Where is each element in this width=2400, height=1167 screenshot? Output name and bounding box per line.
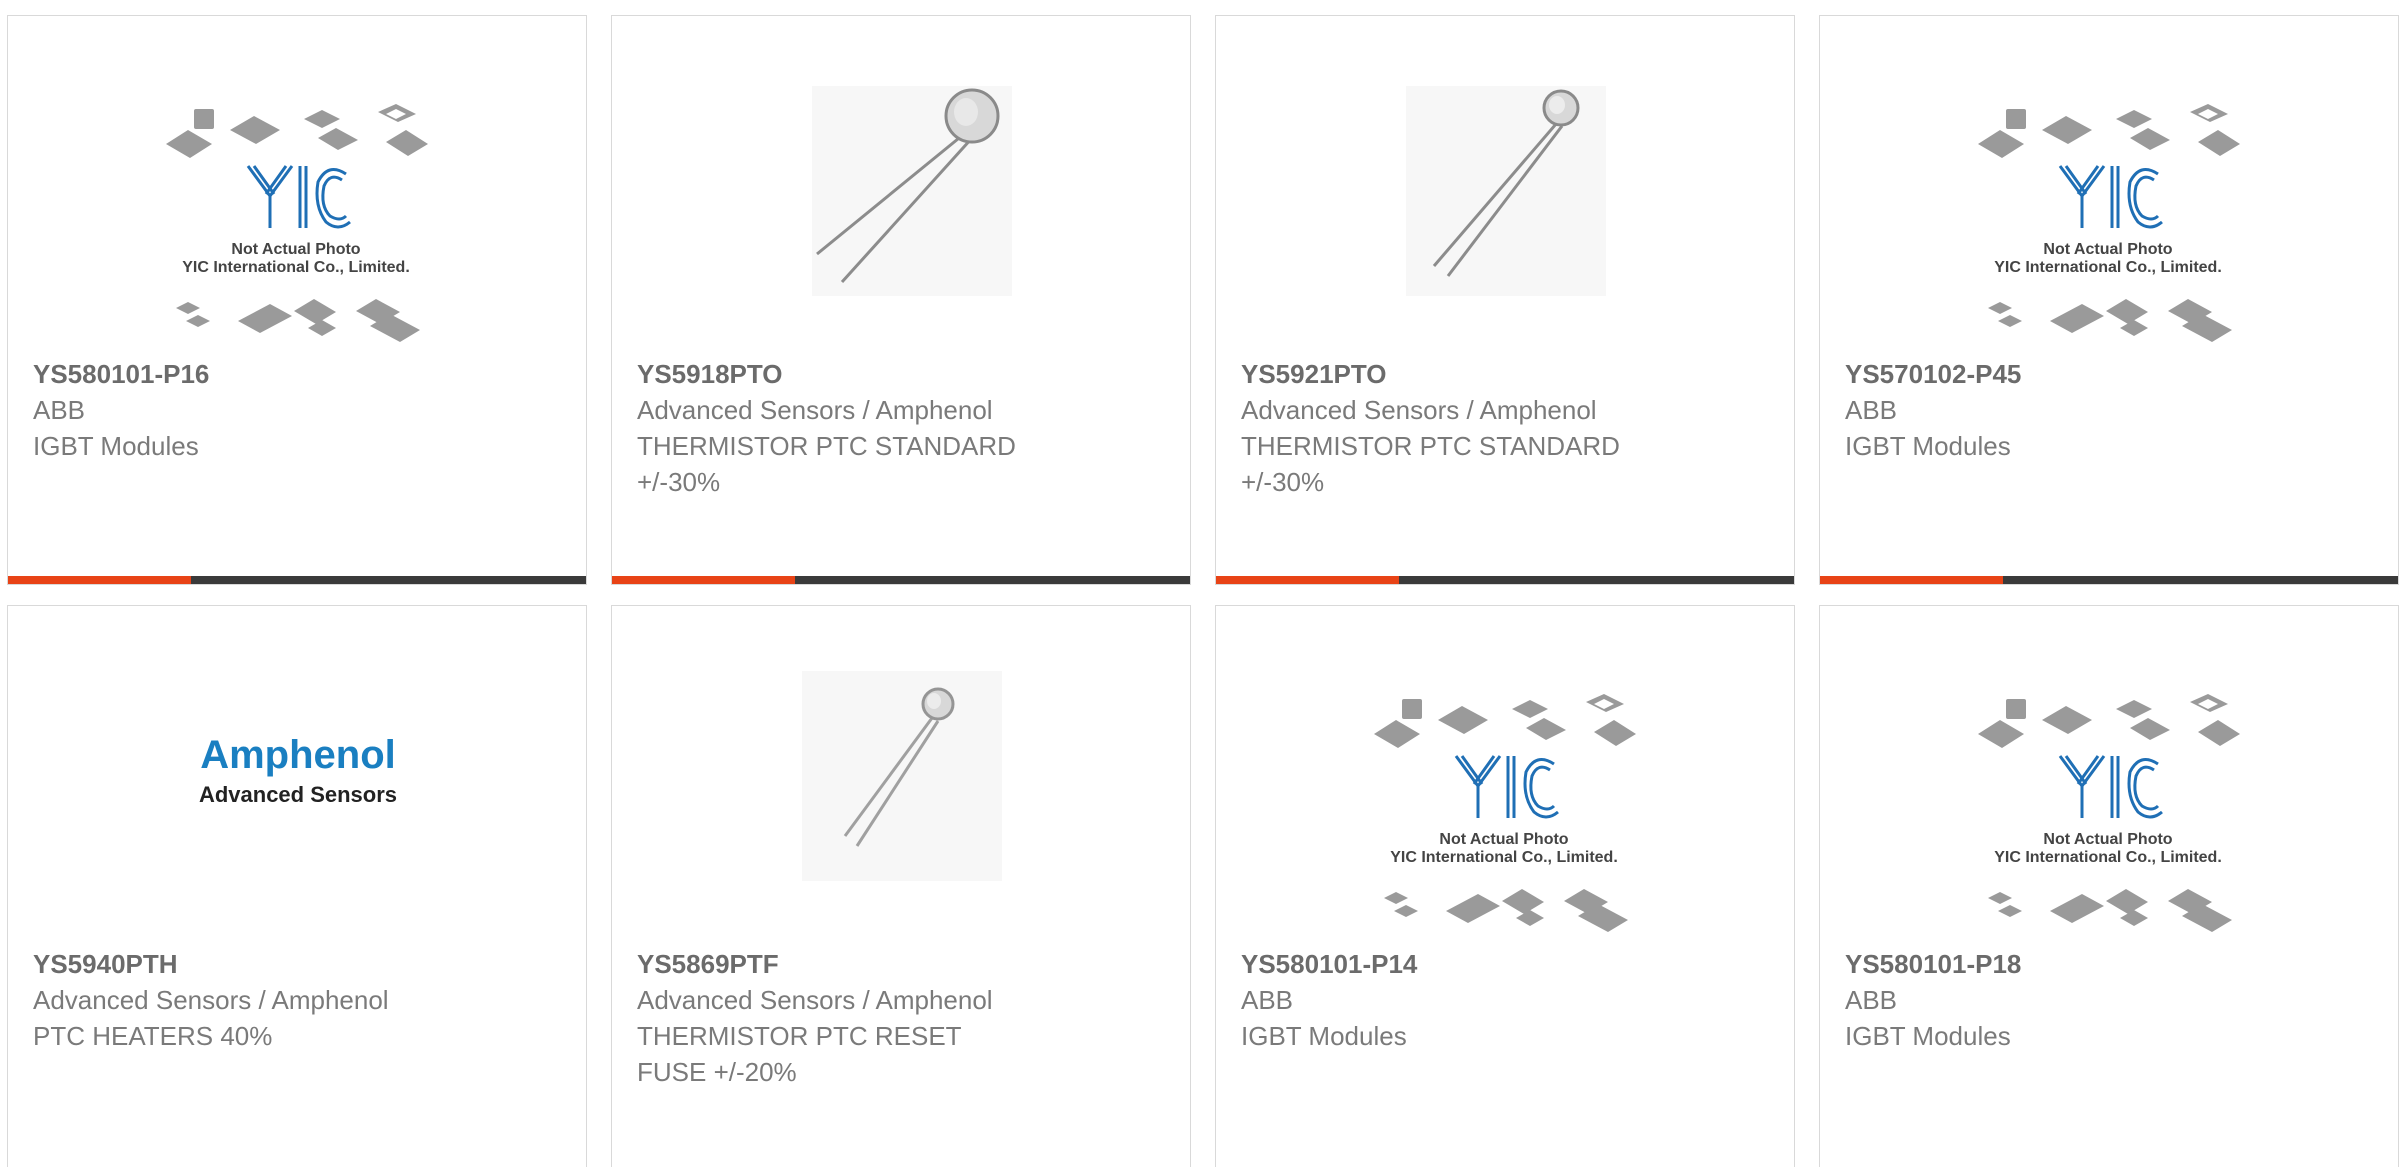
product-card[interactable]: Not Actual Photo YIC International Co., … — [7, 15, 587, 585]
manufacturer: ABB — [33, 395, 86, 425]
manufacturer: ABB — [1241, 985, 1294, 1015]
amphenol-logo: Amphenol Advanced Sensors — [199, 733, 397, 807]
logo-text-amphenol: Amphenol — [200, 733, 396, 777]
placeholder-caption-2: YIC International Co., Limited. — [182, 259, 410, 276]
product-info: YS5918PTO Advanced Sensors / Amphenol TH… — [637, 356, 1157, 500]
product-info: YS580101-P16 ABB IGBT Modules — [33, 356, 553, 464]
product-card[interactable]: Not Actual Photo YIC International Co., … — [1819, 15, 2399, 585]
description-line: PTC HEATERS 40% — [33, 1021, 273, 1051]
part-number-link[interactable]: YS580101-P18 — [1845, 946, 2365, 982]
product-image-yic-placeholder[interactable]: Not Actual Photo YIC International Co., … — [8, 16, 586, 366]
part-number-link[interactable]: YS5940PTH — [33, 946, 553, 982]
product-image-amphenol-logo[interactable]: Amphenol Advanced Sensors — [8, 606, 586, 956]
card-footer-bar — [612, 576, 1190, 584]
thermistor-photo — [802, 671, 1002, 881]
product-image-yic-placeholder[interactable]: Not Actual Photo YIC International Co., … — [1216, 606, 1794, 956]
placeholder-caption-2: YIC International Co., Limited. — [1994, 849, 2222, 866]
card-footer-accent — [1216, 576, 1399, 584]
yic-placeholder-graphic: Not Actual Photo YIC International Co., … — [166, 104, 428, 342]
card-footer-bar — [1216, 576, 1794, 584]
manufacturer: Advanced Sensors / Amphenol — [1241, 395, 1597, 425]
part-number-link[interactable]: YS570102-P45 — [1845, 356, 2365, 392]
manufacturer: ABB — [1845, 985, 1898, 1015]
logo-text-advanced-sensors: Advanced Sensors — [199, 782, 397, 807]
product-info: YS5869PTF Advanced Sensors / Amphenol TH… — [637, 946, 1157, 1090]
product-image-yic-placeholder[interactable]: Not Actual Photo YIC International Co., … — [1820, 16, 2398, 366]
thermistor-photo — [1406, 86, 1606, 296]
description-line: IGBT Modules — [1845, 431, 2011, 461]
description-line: +/-30% — [637, 467, 721, 497]
product-card[interactable]: Not Actual Photo YIC International Co., … — [1819, 605, 2399, 1167]
product-info: YS570102-P45 ABB IGBT Modules — [1845, 356, 2365, 464]
placeholder-caption-1: Not Actual Photo — [1439, 831, 1568, 848]
placeholder-caption-2: YIC International Co., Limited. — [1390, 849, 1618, 866]
product-info: YS580101-P18 ABB IGBT Modules — [1845, 946, 2365, 1054]
product-image-thermistor[interactable] — [1216, 16, 1794, 366]
card-footer-accent — [612, 576, 795, 584]
description-line: THERMISTOR PTC RESET — [637, 1021, 962, 1051]
part-number-link[interactable]: YS5918PTO — [637, 356, 1157, 392]
product-info: YS5940PTH Advanced Sensors / Amphenol PT… — [33, 946, 553, 1054]
part-number-link[interactable]: YS580101-P14 — [1241, 946, 1761, 982]
product-image-thermistor[interactable] — [612, 606, 1190, 956]
product-card[interactable]: YS5869PTF Advanced Sensors / Amphenol TH… — [611, 605, 1191, 1167]
card-footer-bar — [8, 576, 586, 584]
description-line: +/-30% — [1241, 467, 1325, 497]
description-line: IGBT Modules — [1241, 1021, 1407, 1051]
placeholder-caption-1: Not Actual Photo — [2043, 241, 2172, 258]
part-number-link[interactable]: YS580101-P16 — [33, 356, 553, 392]
product-card[interactable]: YS5918PTO Advanced Sensors / Amphenol TH… — [611, 15, 1191, 585]
part-number-link[interactable]: YS5921PTO — [1241, 356, 1761, 392]
manufacturer: Advanced Sensors / Amphenol — [637, 985, 993, 1015]
description-line: THERMISTOR PTC STANDARD — [1241, 431, 1620, 461]
manufacturer: ABB — [1845, 395, 1898, 425]
product-info: YS5921PTO Advanced Sensors / Amphenol TH… — [1241, 356, 1761, 500]
product-card[interactable]: YS5921PTO Advanced Sensors / Amphenol TH… — [1215, 15, 1795, 585]
product-image-yic-placeholder[interactable]: Not Actual Photo YIC International Co., … — [1820, 606, 2398, 956]
yic-placeholder-graphic: Not Actual Photo YIC International Co., … — [1978, 104, 2240, 342]
description-line: IGBT Modules — [33, 431, 199, 461]
thermistor-photo — [812, 86, 1012, 296]
product-image-thermistor[interactable] — [612, 16, 1190, 366]
card-footer-accent — [8, 576, 191, 584]
placeholder-caption-2: YIC International Co., Limited. — [1994, 259, 2222, 276]
manufacturer: Advanced Sensors / Amphenol — [637, 395, 993, 425]
part-number-link[interactable]: YS5869PTF — [637, 946, 1157, 982]
description-line: FUSE +/-20% — [637, 1057, 797, 1087]
placeholder-caption-1: Not Actual Photo — [231, 241, 360, 258]
description-line: IGBT Modules — [1845, 1021, 2011, 1051]
card-footer-bar — [1820, 576, 2398, 584]
placeholder-caption-1: Not Actual Photo — [2043, 831, 2172, 848]
product-info: YS580101-P14 ABB IGBT Modules — [1241, 946, 1761, 1054]
description-line: THERMISTOR PTC STANDARD — [637, 431, 1016, 461]
card-footer-accent — [1820, 576, 2003, 584]
product-card[interactable]: Amphenol Advanced Sensors YS5940PTH Adva… — [7, 605, 587, 1167]
manufacturer: Advanced Sensors / Amphenol — [33, 985, 389, 1015]
product-card[interactable]: Not Actual Photo YIC International Co., … — [1215, 605, 1795, 1167]
yic-placeholder-graphic: Not Actual Photo YIC International Co., … — [1978, 694, 2240, 932]
yic-placeholder-graphic: Not Actual Photo YIC International Co., … — [1374, 694, 1636, 932]
